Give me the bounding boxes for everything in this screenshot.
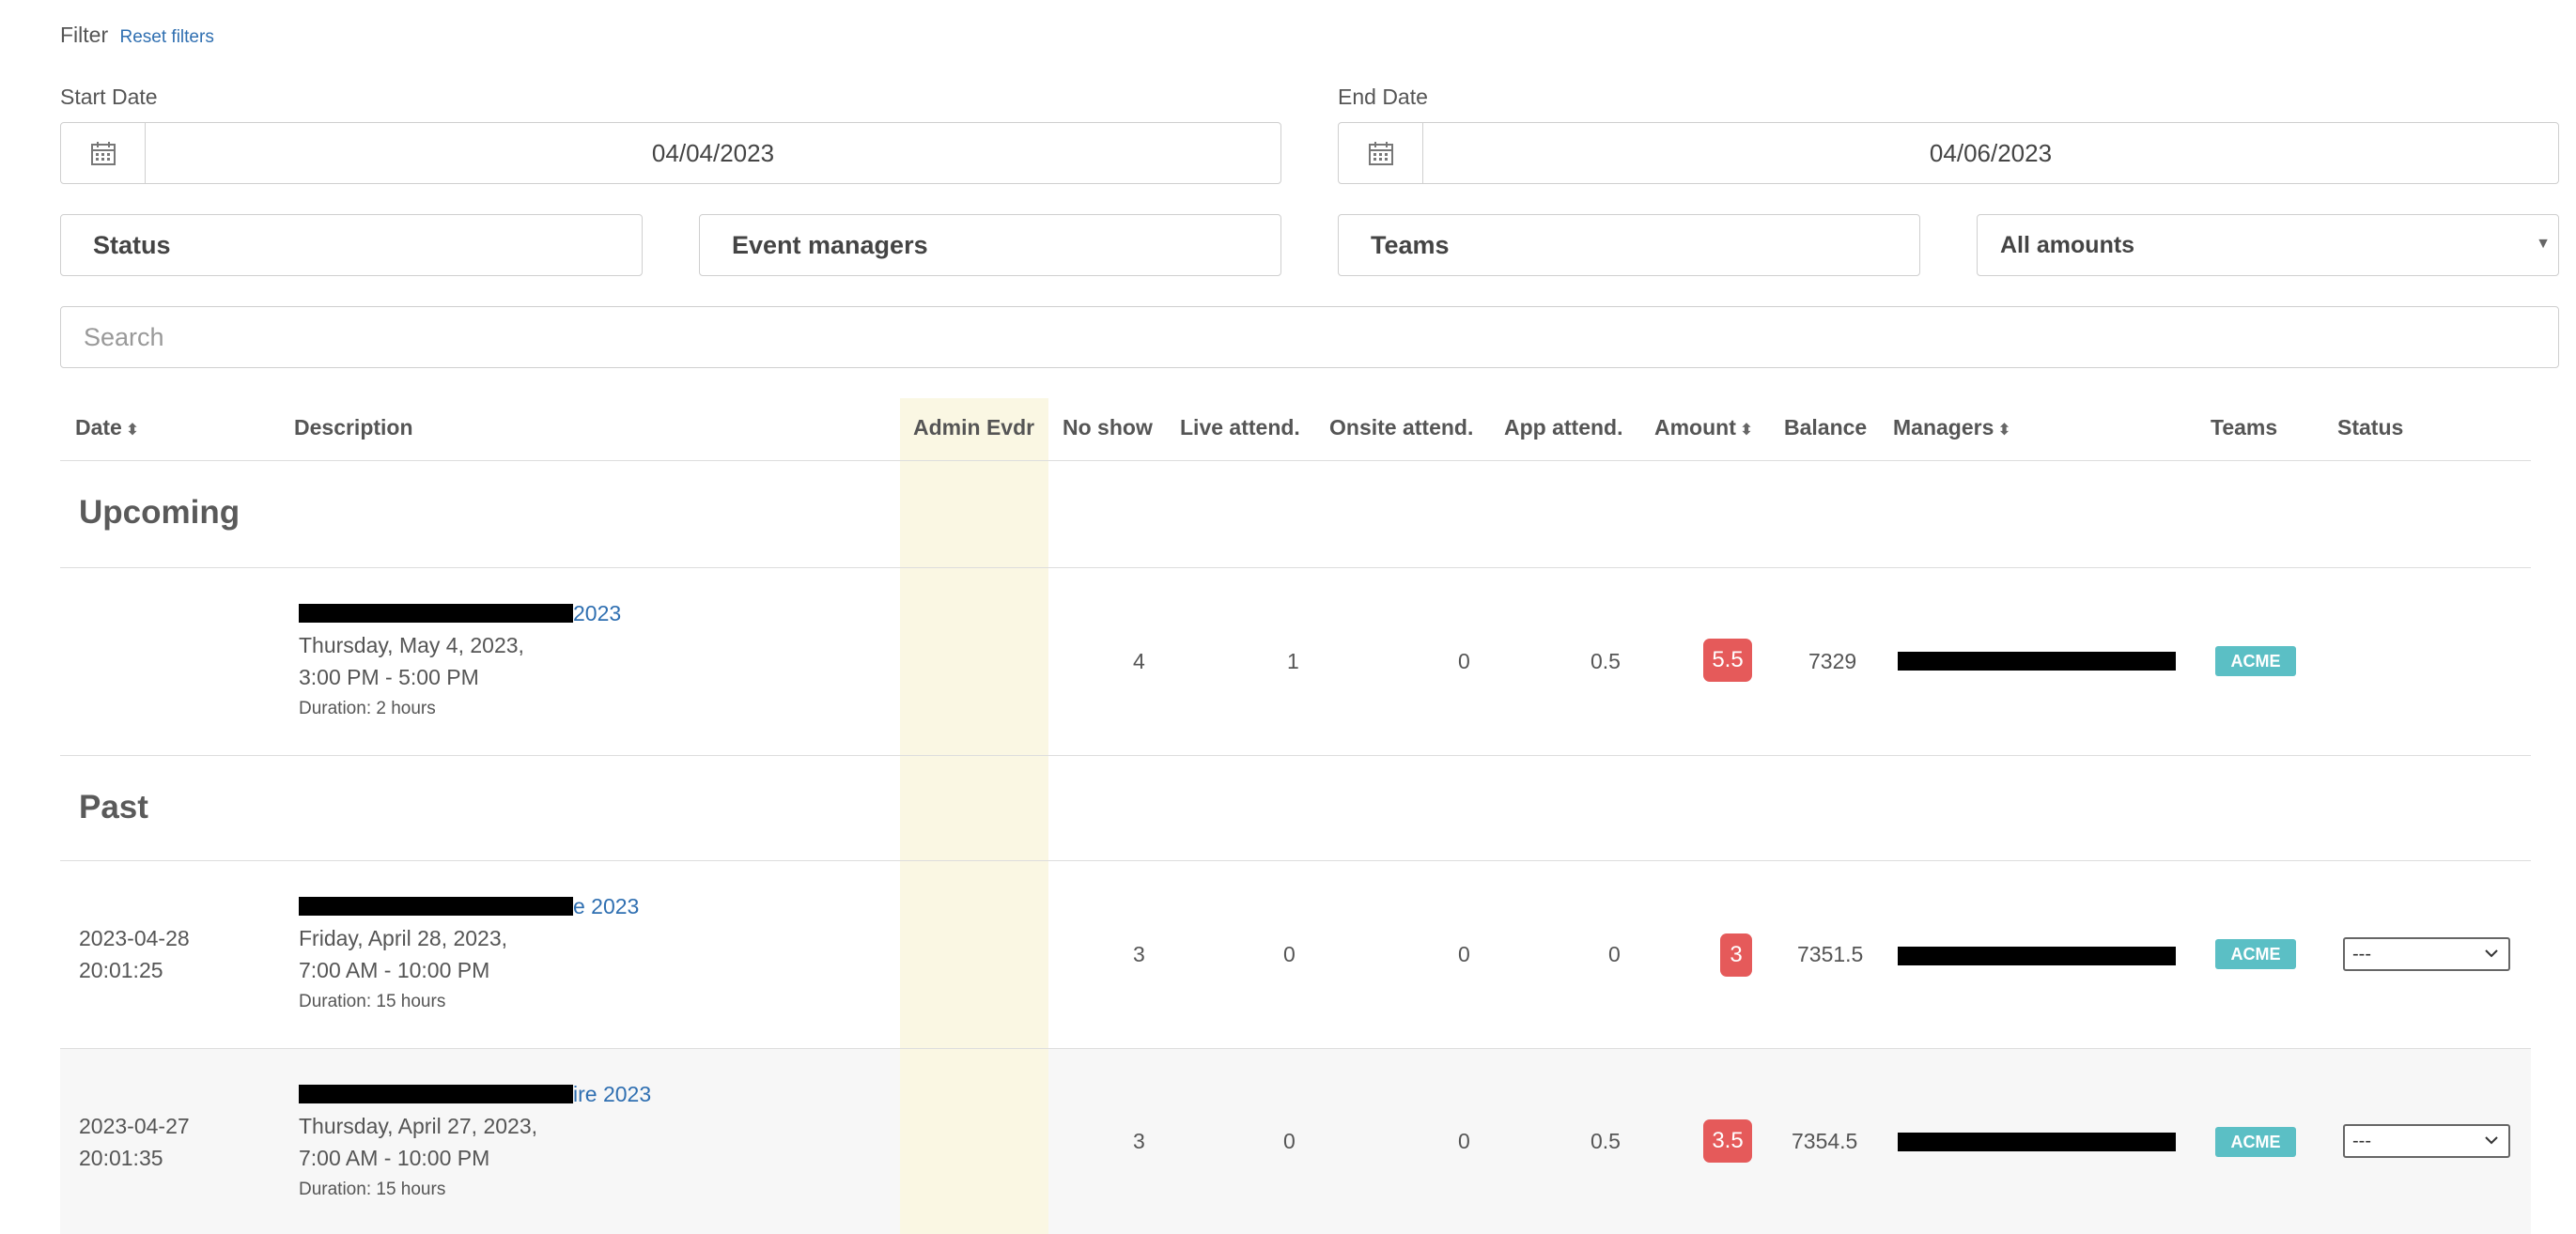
row-divider	[60, 755, 2531, 756]
live-attend-value: 0	[1283, 1129, 1296, 1153]
onsite-attend-value: 0	[1458, 649, 1470, 673]
event-duration: Duration: 2 hours	[299, 699, 436, 718]
app-attend-value: 0	[1608, 942, 1621, 966]
filter-header: Filter Reset filters	[60, 23, 214, 48]
amount-select[interactable]: All amounts ▼	[1977, 214, 2559, 276]
redacted-title	[299, 604, 573, 623]
admin-evdr-column-highlight	[900, 1048, 1048, 1234]
app-attend-value: 0.5	[1591, 1129, 1621, 1153]
balance-value: 7354.5	[1792, 1129, 1858, 1153]
row-divider	[60, 860, 2531, 861]
event-title-link[interactable]: 2023	[299, 597, 621, 629]
row-divider	[60, 1048, 2531, 1049]
no-show-value: 3	[1133, 1129, 1145, 1153]
balance-value: 7329	[1808, 649, 1857, 673]
row-description: e 2023 Friday, April 28, 2023, 7:00 AM -…	[299, 890, 639, 1018]
onsite-attend-value: 0	[1458, 942, 1470, 966]
event-list-page: Filter Reset filters Start Date End Date…	[0, 0, 2576, 1234]
redacted-title	[299, 897, 573, 916]
column-header-app-attend: App attend.	[1504, 415, 1623, 440]
event-managers-filter[interactable]: Event managers	[699, 214, 1281, 276]
team-badge: ACME	[2215, 1127, 2296, 1157]
sort-icon[interactable]: ⬍	[1740, 421, 1753, 439]
calendar-icon[interactable]	[61, 123, 146, 183]
column-header-amount[interactable]: Amount ⬍	[1654, 415, 1753, 440]
end-date-value[interactable]: 04/06/2023	[1423, 123, 2558, 183]
column-header-teams: Teams	[2211, 415, 2278, 440]
onsite-attend-value: 0	[1458, 1129, 1470, 1153]
no-show-value: 3	[1133, 942, 1145, 966]
redacted-title	[299, 1085, 573, 1103]
start-date-label: Start Date	[60, 85, 158, 109]
column-header-live-attend: Live attend.	[1180, 415, 1300, 440]
column-header-onsite-attend: Onsite attend.	[1329, 415, 1474, 440]
chevron-down-icon	[2485, 1136, 2498, 1145]
sort-icon[interactable]: ⬍	[1997, 421, 2010, 439]
event-time-text: 7:00 AM - 10:00 PM	[299, 958, 490, 982]
event-time-text: 7:00 AM - 10:00 PM	[299, 1146, 490, 1170]
row-description: 2023 Thursday, May 4, 2023, 3:00 PM - 5:…	[299, 597, 621, 725]
team-badge: ACME	[2215, 646, 2296, 676]
event-date-text: Thursday, April 27, 2023,	[299, 1114, 537, 1138]
filter-label: Filter	[60, 23, 109, 47]
app-attend-value: 0.5	[1591, 649, 1621, 673]
calendar-icon[interactable]	[1339, 123, 1423, 183]
event-title-link[interactable]: e 2023	[299, 890, 639, 922]
column-header-status: Status	[2337, 415, 2404, 440]
no-show-value: 4	[1133, 649, 1145, 673]
end-date-field[interactable]: 04/06/2023	[1338, 122, 2559, 184]
column-header-admin-evdr: Admin Evdr	[913, 415, 1035, 440]
amount-badge: 3.5	[1703, 1119, 1752, 1163]
column-header-date[interactable]: Date ⬍	[75, 415, 139, 440]
balance-value: 7351.5	[1797, 942, 1864, 966]
end-date-label: End Date	[1338, 85, 1428, 109]
amount-badge: 3	[1720, 933, 1752, 977]
redacted-manager	[1898, 947, 2176, 965]
live-attend-value: 1	[1287, 649, 1299, 673]
sort-icon[interactable]: ⬍	[126, 421, 139, 439]
status-filter[interactable]: Status	[60, 214, 643, 276]
redacted-manager	[1898, 1133, 2176, 1151]
caret-down-icon: ▼	[2536, 236, 2551, 252]
start-date-value[interactable]: 04/04/2023	[146, 123, 1280, 183]
search-input[interactable]: Search	[60, 306, 2559, 368]
event-title-link[interactable]: ire 2023	[299, 1078, 651, 1110]
reset-filters-link[interactable]: Reset filters	[120, 27, 214, 47]
row-divider	[60, 567, 2531, 568]
event-time-text: 3:00 PM - 5:00 PM	[299, 665, 479, 689]
redacted-manager	[1898, 652, 2176, 671]
team-badge: ACME	[2215, 939, 2296, 969]
section-title-past: Past	[79, 789, 148, 825]
event-date-text: Thursday, May 4, 2023,	[299, 633, 524, 657]
amount-select-value: All amounts	[2000, 231, 2135, 258]
column-header-description: Description	[294, 415, 413, 440]
live-attend-value: 0	[1283, 942, 1296, 966]
amount-badge: 5.5	[1703, 639, 1752, 682]
column-header-no-show: No show	[1063, 415, 1153, 440]
event-duration: Duration: 15 hours	[299, 1180, 446, 1199]
row-date: 2023-04-28 20:01:25	[79, 926, 190, 982]
status-select[interactable]: ---	[2343, 937, 2510, 971]
status-select[interactable]: ---	[2343, 1124, 2510, 1158]
teams-filter[interactable]: Teams	[1338, 214, 1920, 276]
column-header-managers[interactable]: Managers ⬍	[1893, 415, 2011, 440]
column-header-balance: Balance	[1784, 415, 1868, 440]
event-duration: Duration: 15 hours	[299, 992, 446, 1011]
event-date-text: Friday, April 28, 2023,	[299, 926, 508, 950]
chevron-down-icon	[2485, 949, 2498, 958]
start-date-field[interactable]: 04/04/2023	[60, 122, 1281, 184]
header-divider	[60, 460, 2531, 461]
section-title-upcoming: Upcoming	[79, 494, 241, 531]
row-description: ire 2023 Thursday, April 27, 2023, 7:00 …	[299, 1078, 651, 1206]
row-date: 2023-04-27 20:01:35	[79, 1114, 190, 1170]
